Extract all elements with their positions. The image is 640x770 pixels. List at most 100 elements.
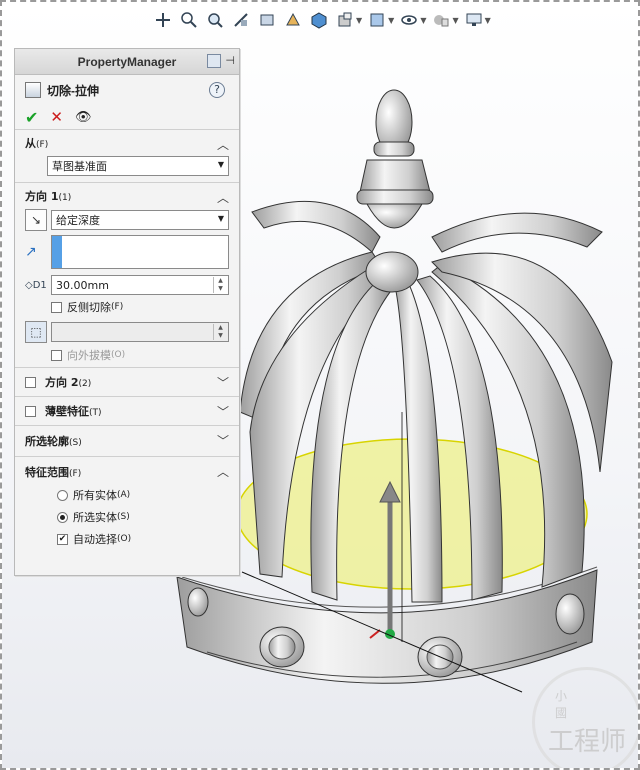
auto-select-key: (O): [117, 534, 132, 544]
flip-side-option[interactable]: 反侧切除 (F): [51, 299, 123, 315]
scene-icon[interactable]: [366, 9, 388, 31]
feature-title: 切除-拉伸: [47, 83, 99, 98]
chevron-down-icon: ▼: [217, 214, 224, 223]
thin-feature-checkbox[interactable]: [25, 405, 36, 417]
direction-vector-icon: ↗: [25, 244, 37, 260]
section-thin-feature-key: (T): [89, 408, 102, 418]
zoom-fit-icon[interactable]: [152, 9, 174, 31]
flip-side-checkbox[interactable]: [51, 301, 62, 313]
section-from-title: 从: [25, 137, 36, 150]
from-select-value: 草图基准面: [52, 160, 107, 173]
all-bodies-option[interactable]: 所有实体 (A): [57, 487, 130, 503]
zoom-prev-icon[interactable]: [204, 9, 226, 31]
spin-buttons[interactable]: ▲ ▼: [213, 277, 227, 293]
draft-outward-key: (O): [111, 350, 126, 360]
selected-bodies-option[interactable]: 所选实体 (S): [57, 509, 130, 525]
chevron-down-icon[interactable]: ▼: [356, 16, 362, 25]
ok-button[interactable]: ✔: [25, 108, 38, 127]
section-direction2-header[interactable]: 方向 2(2) ﹀: [15, 368, 239, 396]
watermark-main: 工程师: [547, 726, 626, 757]
property-manager-title: PropertyManager: [77, 54, 177, 69]
chevron-down-icon[interactable]: ﹀: [217, 432, 229, 449]
chevron-up-icon[interactable]: ︿: [217, 463, 229, 480]
section-feature-scope-header[interactable]: 特征范围(F) ︿: [15, 457, 239, 487]
chevron-down-icon[interactable]: ▼: [388, 16, 394, 25]
chevron-down-icon: ▼: [217, 160, 224, 169]
zoom-area-icon[interactable]: [178, 9, 200, 31]
section-feature-scope-key: (F): [69, 469, 82, 479]
section-direction1-key: (1): [58, 193, 72, 203]
depth-d1-icon: ◇D1: [25, 279, 47, 291]
cut-extrude-icon: [25, 82, 41, 98]
edit-appearance-icon[interactable]: [334, 9, 356, 31]
auto-select-label: 自动选择: [73, 533, 117, 546]
graphics-viewport[interactable]: ▼ ▼ ▼ ▼ ▼ PropertyManager ⊣ 切除-拉伸 ? ✔ ✕ …: [2, 2, 638, 768]
section-from: 从(F) ︿ 草图基准面 ▼: [15, 129, 239, 176]
feature-title-row: 切除-拉伸 ?: [15, 75, 239, 105]
section-selected-contours-header[interactable]: 所选轮廓(S) ﹀: [15, 426, 239, 456]
selection-highlight: [52, 236, 62, 268]
selected-bodies-label: 所选实体: [73, 511, 117, 524]
section-thin-feature: 薄壁特征(T) ﹀: [15, 396, 239, 425]
chevron-down-icon[interactable]: ▼: [485, 16, 491, 25]
chevron-down-icon[interactable]: ▼: [452, 16, 458, 25]
chevron-down-icon[interactable]: ﹀: [217, 403, 229, 420]
spin-buttons: ▲ ▼: [213, 324, 227, 340]
property-manager-header: PropertyManager ⊣: [15, 49, 239, 75]
section-direction1-header[interactable]: 方向 1(1) ︿: [15, 183, 239, 209]
all-bodies-label: 所有实体: [73, 489, 117, 502]
direction-vector-listbox[interactable]: [51, 235, 229, 269]
section-from-header[interactable]: 从(F) ︿: [15, 130, 239, 156]
section-direction1-title: 方向 1: [25, 190, 59, 203]
panel-layout-icon[interactable]: [207, 54, 222, 68]
chevron-up-icon[interactable]: ︿: [217, 189, 229, 206]
section-thin-feature-header[interactable]: 薄壁特征(T) ﹀: [15, 397, 239, 425]
depth-input[interactable]: 30.00mm ▲ ▼: [51, 275, 229, 295]
draft-outward-option: 向外拔模 (O): [51, 347, 125, 363]
selected-bodies-key: (S): [117, 512, 130, 522]
reverse-direction-button[interactable]: ↘: [25, 209, 47, 231]
cancel-button[interactable]: ✕: [50, 108, 63, 126]
draft-angle-input: ▲ ▼: [51, 322, 229, 342]
section-selected-contours: 所选轮廓(S) ﹀: [15, 425, 239, 456]
preview-eye-icon[interactable]: 👁: [75, 110, 92, 125]
draft-outward-checkbox: [51, 349, 62, 361]
from-select[interactable]: 草图基准面 ▼: [47, 156, 229, 176]
auto-select-option[interactable]: ✔ 自动选择 (O): [57, 531, 131, 547]
end-condition-value: 给定深度: [56, 214, 100, 227]
section-direction2-key: (2): [78, 379, 92, 389]
apply-scene-icon[interactable]: [430, 9, 452, 31]
flip-side-label: 反侧切除: [67, 301, 111, 314]
draft-toggle-button[interactable]: ⬚: [25, 321, 47, 343]
section-direction2: 方向 2(2) ﹀: [15, 367, 239, 396]
monitor-icon[interactable]: [463, 9, 485, 31]
help-icon[interactable]: ?: [209, 82, 225, 98]
section-feature-scope-title: 特征范围: [25, 466, 69, 479]
depth-value: 30.00mm: [56, 278, 109, 292]
flip-side-key: (F): [111, 302, 124, 312]
chevron-down-icon[interactable]: ▼: [420, 16, 426, 25]
section-selected-contours-title: 所选轮廓: [25, 435, 69, 448]
draft-outward-label: 向外拔模: [67, 349, 111, 362]
watermark: 小 國 工程师: [532, 667, 638, 768]
section-direction2-title: 方向 2: [45, 376, 79, 389]
section-feature-scope: 特征范围(F) ︿ 所有实体 (A) 所选实体 (S) ✔ 自动选择 (O): [15, 456, 239, 547]
selected-bodies-radio[interactable]: [57, 511, 68, 523]
view-toolbar: ▼ ▼ ▼ ▼ ▼: [152, 8, 491, 32]
chevron-up-icon[interactable]: ︿: [217, 136, 229, 153]
all-bodies-key: (A): [117, 490, 131, 500]
watermark-top: 小 國: [555, 688, 588, 720]
hide-show-icon[interactable]: [308, 9, 330, 31]
section-view-icon[interactable]: [230, 9, 252, 31]
view-settings-icon[interactable]: [398, 9, 420, 31]
chevron-down-icon[interactable]: ﹀: [217, 374, 229, 391]
display-style-icon[interactable]: [282, 9, 304, 31]
section-thin-feature-title: 薄壁特征: [45, 405, 89, 418]
section-direction1: 方向 1(1) ︿ ↘ 给定深度 ▼ ↗ ◇D1 30.00mm ▲ ▼ 反侧切除 (F…: [15, 182, 239, 363]
pin-icon[interactable]: ⊣: [225, 54, 235, 68]
auto-select-checkbox[interactable]: ✔: [57, 533, 68, 545]
all-bodies-radio[interactable]: [57, 489, 68, 501]
view-orientation-icon[interactable]: [256, 9, 278, 31]
end-condition-select[interactable]: 给定深度 ▼: [51, 210, 229, 230]
direction2-checkbox[interactable]: [25, 376, 36, 388]
